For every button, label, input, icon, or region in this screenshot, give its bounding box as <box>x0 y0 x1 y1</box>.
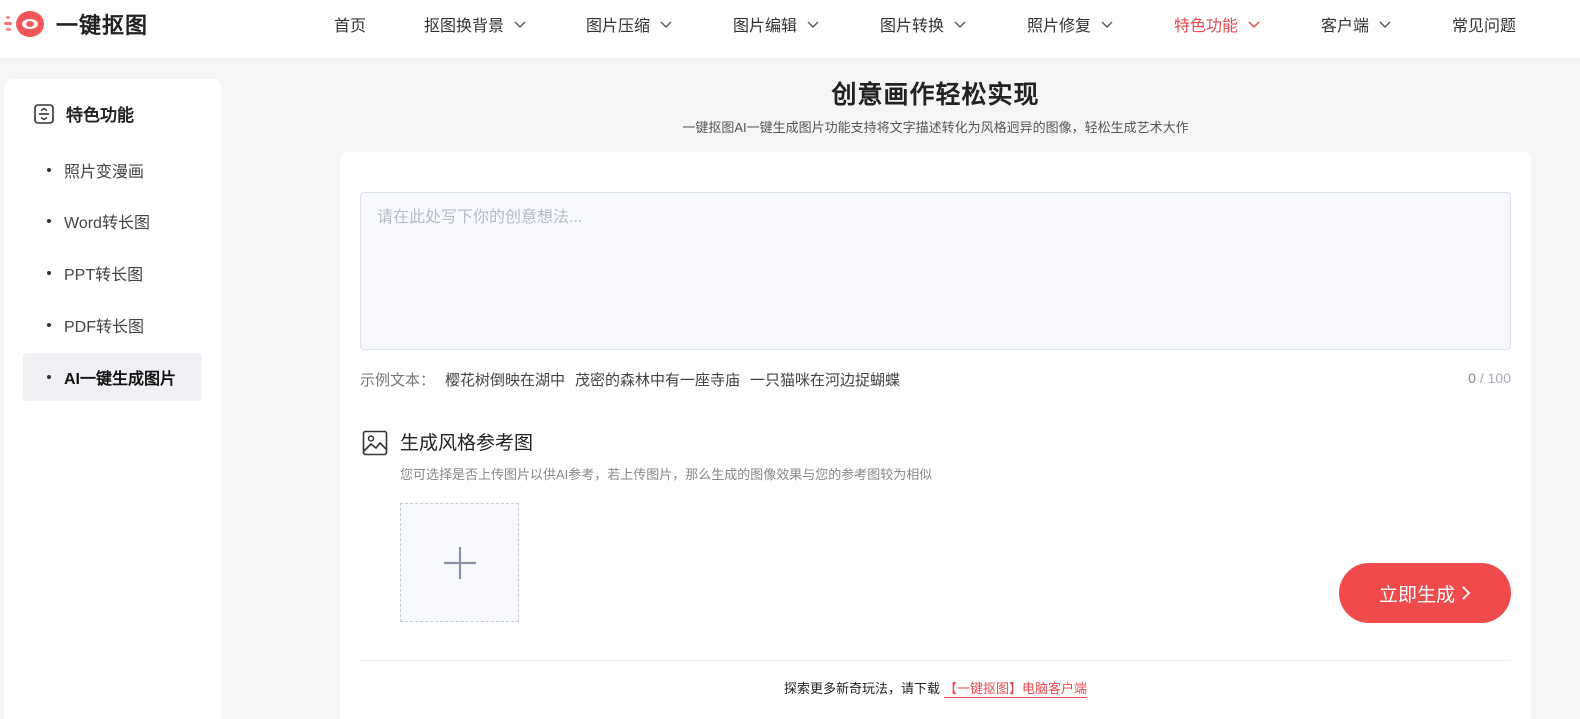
chevron-down-icon <box>1379 21 1391 28</box>
nav-label: 图片压缩 <box>586 18 651 35</box>
generate-button[interactable]: 立即生成 <box>1339 563 1511 623</box>
example-texts: 示例文本： 樱花树倒映在湖中 茂密的森林中有一座寺庙 一只猫咪在河边捉蝴蝶 <box>360 369 900 390</box>
footer-text: 探索更多新奇玩法，请下载 <box>783 681 940 696</box>
nav-label: 客户端 <box>1321 18 1370 35</box>
chevron-right-icon <box>1462 586 1471 600</box>
chevron-down-icon <box>660 21 672 28</box>
logo-icon <box>4 11 44 37</box>
upload-reference-image-button[interactable] <box>400 503 519 622</box>
nav-item-home[interactable]: 首页 <box>334 0 366 48</box>
reference-description: 您可选择是否上传图片以供AI参考，若上传图片，那么生成的图像效果与您的参考图较为… <box>400 467 933 482</box>
nav-label: 照片修复 <box>1027 18 1092 35</box>
sidebar-item-label: 照片变漫画 <box>64 164 145 181</box>
image-icon <box>362 430 388 456</box>
example-text[interactable]: 樱花树倒映在湖中 <box>445 369 565 390</box>
nav-item-client[interactable]: 客户端 <box>1321 0 1391 48</box>
nav-label: 常见问题 <box>1452 18 1517 35</box>
counter-current: 0 <box>1468 370 1476 386</box>
nav-item-repair[interactable]: 照片修复 <box>1027 0 1113 48</box>
sidebar-item-label: Word转长图 <box>64 215 150 232</box>
page-subtitle: 一键抠图AI一键生成图片功能支持将文字描述转化为风格迥异的图像，轻松生成艺术大作 <box>682 120 1189 135</box>
nav-item-features[interactable]: 特色功能 <box>1174 0 1260 48</box>
sidebar-item-label: PDF转长图 <box>64 319 145 336</box>
sidebar-item-pdf-to-long-image[interactable]: PDF转长图 <box>23 301 202 349</box>
sidebar-item-word-to-long-image[interactable]: Word转长图 <box>23 197 202 245</box>
sidebar-heading-label: 特色功能 <box>66 106 134 125</box>
logo-text: 一键抠图 <box>56 13 149 38</box>
nav-item-convert[interactable]: 图片转换 <box>880 0 966 48</box>
logo[interactable]: 一键抠图 <box>4 9 148 39</box>
nav-label: 首页 <box>334 18 367 35</box>
sidebar: 特色功能 照片变漫画 Word转长图 PPT转长图 PDF转长图 AI一键生成图… <box>4 79 221 719</box>
chevron-down-icon <box>1248 21 1260 28</box>
nav-label: 抠图换背景 <box>424 18 505 35</box>
nav-label: 图片编辑 <box>733 18 798 35</box>
chevron-down-icon <box>807 21 819 28</box>
sidebar-heading: 特色功能 <box>34 101 134 126</box>
examples-label: 示例文本： <box>360 372 436 389</box>
nav-item-faq[interactable]: 常见问题 <box>1452 0 1516 48</box>
download-client-link[interactable]: 【一键抠图】电脑客户端 <box>944 681 1088 698</box>
example-text[interactable]: 茂密的森林中有一座寺庙 <box>575 369 740 390</box>
nav-label: 特色功能 <box>1174 18 1239 35</box>
counter-max: / 100 <box>1479 370 1511 386</box>
page-title: 创意画作轻松实现 <box>831 81 1040 109</box>
sidebar-item-label: AI一键生成图片 <box>64 371 177 388</box>
nav-item-compress[interactable]: 图片压缩 <box>586 0 672 48</box>
reference-title: 生成风格参考图 <box>400 433 534 454</box>
footer-note: 探索更多新奇玩法，请下载 【一键抠图】电脑客户端 <box>340 678 1531 698</box>
nav-item-cutout[interactable]: 抠图换背景 <box>424 0 526 48</box>
generator-panel: 示例文本： 樱花树倒映在湖中 茂密的森林中有一座寺庙 一只猫咪在河边捉蝴蝶 0 … <box>340 152 1531 719</box>
sidebar-item-photo-to-comic[interactable]: 照片变漫画 <box>23 146 202 194</box>
features-icon <box>34 103 54 124</box>
sidebar-item-ai-generate-image[interactable]: AI一键生成图片 <box>23 353 202 401</box>
nav-item-edit[interactable]: 图片编辑 <box>733 0 819 48</box>
sidebar-item-ppt-to-long-image[interactable]: PPT转长图 <box>23 249 202 297</box>
chevron-down-icon <box>954 21 966 28</box>
example-text[interactable]: 一只猫咪在河边捉蝴蝶 <box>750 369 900 390</box>
generate-button-label: 立即生成 <box>1378 584 1455 606</box>
prompt-input[interactable] <box>360 192 1511 350</box>
chevron-down-icon <box>514 21 526 28</box>
divider <box>360 660 1511 661</box>
character-counter: 0 / 100 <box>1468 370 1511 386</box>
chevron-down-icon <box>1101 21 1113 28</box>
sidebar-item-label: PPT转长图 <box>64 267 144 284</box>
top-navigation-bar: 一键抠图 首页 抠图换背景 图片压缩 图片编辑 图片转换 照片修复 特色功能 客… <box>0 0 1580 58</box>
nav-label: 图片转换 <box>880 18 945 35</box>
plus-icon <box>443 546 476 579</box>
